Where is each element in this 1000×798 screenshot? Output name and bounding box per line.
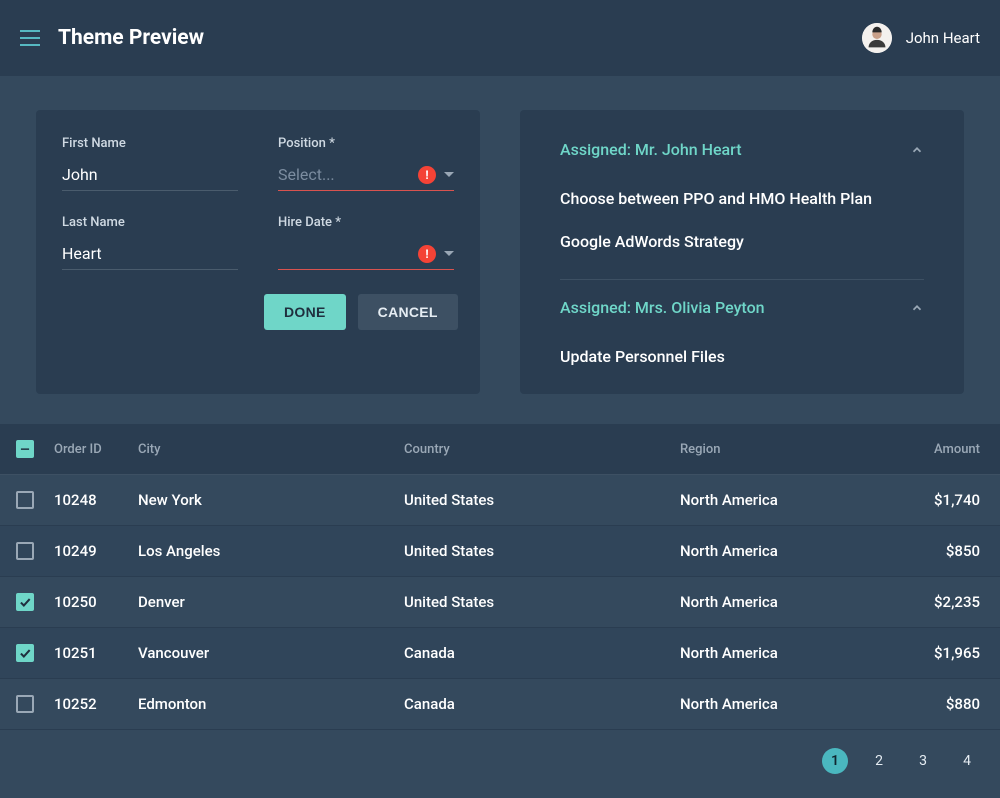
position-label: Position * [278, 136, 454, 151]
row-checkbox[interactable] [16, 695, 34, 713]
cell-amount: $880 [898, 679, 1000, 730]
page-2[interactable]: 2 [866, 748, 892, 774]
page-1[interactable]: 1 [822, 748, 848, 774]
last-name-field: Last Name Heart [62, 215, 238, 270]
table-row[interactable]: 10248New YorkUnited StatesNorth America$… [0, 475, 1000, 526]
page-title: Theme Preview [58, 26, 204, 50]
table-row[interactable]: 10249Los AngelesUnited StatesNorth Ameri… [0, 526, 1000, 577]
first-name-field: First Name John [62, 136, 238, 191]
cell-country: United States [404, 526, 680, 577]
cell-country: United States [404, 475, 680, 526]
cell-city: Edmonton [138, 679, 404, 730]
cell-amount: $1,740 [898, 475, 1000, 526]
cell-country: Canada [404, 679, 680, 730]
col-header-country[interactable]: Country [404, 424, 680, 475]
main-content: First Name John Position * Select... ! L… [0, 76, 1000, 394]
data-table: Order ID City Country Region Amount 1024… [0, 424, 1000, 730]
cell-city: New York [138, 475, 404, 526]
table-row[interactable]: 10251VancouverCanadaNorth America$1,965 [0, 628, 1000, 679]
cell-order-id: 10251 [54, 628, 138, 679]
accordion-title: Assigned: Mr. John Heart [560, 140, 742, 159]
cell-region: North America [680, 628, 898, 679]
position-placeholder: Select... [278, 165, 418, 184]
position-select[interactable]: Select... ! [278, 165, 454, 191]
done-button[interactable]: DONE [264, 294, 346, 330]
accordion-header-john[interactable]: Assigned: Mr. John Heart [560, 140, 924, 159]
accordion-header-olivia[interactable]: Assigned: Mrs. Olivia Peyton [560, 298, 924, 317]
row-checkbox[interactable] [16, 491, 34, 509]
cell-order-id: 10252 [54, 679, 138, 730]
hire-date-input[interactable]: ! [278, 244, 454, 270]
menu-icon[interactable] [20, 26, 44, 50]
col-header-amount[interactable]: Amount [898, 424, 1000, 475]
page-3[interactable]: 3 [910, 748, 936, 774]
last-name-input[interactable]: Heart [62, 244, 238, 263]
cell-region: North America [680, 475, 898, 526]
table-row[interactable]: 10252EdmontonCanadaNorth America$880 [0, 679, 1000, 730]
accordion-card: Assigned: Mr. John Heart Choose between … [520, 110, 964, 394]
first-name-input[interactable]: John [62, 165, 238, 184]
row-checkbox[interactable] [16, 593, 34, 611]
row-checkbox[interactable] [16, 542, 34, 560]
chevron-down-icon [444, 251, 454, 256]
chevron-up-icon [910, 143, 924, 157]
cell-region: North America [680, 679, 898, 730]
hire-date-field: Hire Date * ! [278, 215, 454, 270]
position-field: Position * Select... ! [278, 136, 454, 191]
cell-amount: $850 [898, 526, 1000, 577]
cell-country: United States [404, 577, 680, 628]
first-name-label: First Name [62, 136, 238, 151]
divider [560, 279, 924, 280]
user-name: John Heart [906, 29, 980, 47]
error-icon: ! [418, 245, 436, 263]
accordion-item[interactable]: Google AdWords Strategy [560, 220, 924, 263]
accordion-item[interactable]: Choose between PPO and HMO Health Plan [560, 177, 924, 220]
cell-order-id: 10249 [54, 526, 138, 577]
cell-amount: $1,965 [898, 628, 1000, 679]
col-header-city[interactable]: City [138, 424, 404, 475]
pagination: 1234 [0, 730, 1000, 774]
accordion-title: Assigned: Mrs. Olivia Peyton [560, 298, 765, 317]
cell-region: North America [680, 577, 898, 628]
cell-order-id: 10248 [54, 475, 138, 526]
cell-order-id: 10250 [54, 577, 138, 628]
cell-city: Vancouver [138, 628, 404, 679]
last-name-label: Last Name [62, 215, 238, 230]
cell-region: North America [680, 526, 898, 577]
form-card: First Name John Position * Select... ! L… [36, 110, 480, 394]
table-row[interactable]: 10250DenverUnited StatesNorth America$2,… [0, 577, 1000, 628]
cell-city: Los Angeles [138, 526, 404, 577]
accordion-item[interactable]: Update Personnel Files [560, 335, 924, 378]
row-checkbox[interactable] [16, 644, 34, 662]
error-icon: ! [418, 166, 436, 184]
select-all-checkbox[interactable] [16, 440, 34, 458]
app-header: Theme Preview John Heart [0, 0, 1000, 76]
chevron-up-icon [910, 301, 924, 315]
col-header-order-id[interactable]: Order ID [54, 424, 138, 475]
page-4[interactable]: 4 [954, 748, 980, 774]
avatar [862, 23, 892, 53]
hire-date-label: Hire Date * [278, 215, 454, 230]
cell-city: Denver [138, 577, 404, 628]
col-header-region[interactable]: Region [680, 424, 898, 475]
user-menu[interactable]: John Heart [862, 23, 980, 53]
cell-amount: $2,235 [898, 577, 1000, 628]
cell-country: Canada [404, 628, 680, 679]
chevron-down-icon [444, 172, 454, 177]
cancel-button[interactable]: CANCEL [358, 294, 458, 330]
